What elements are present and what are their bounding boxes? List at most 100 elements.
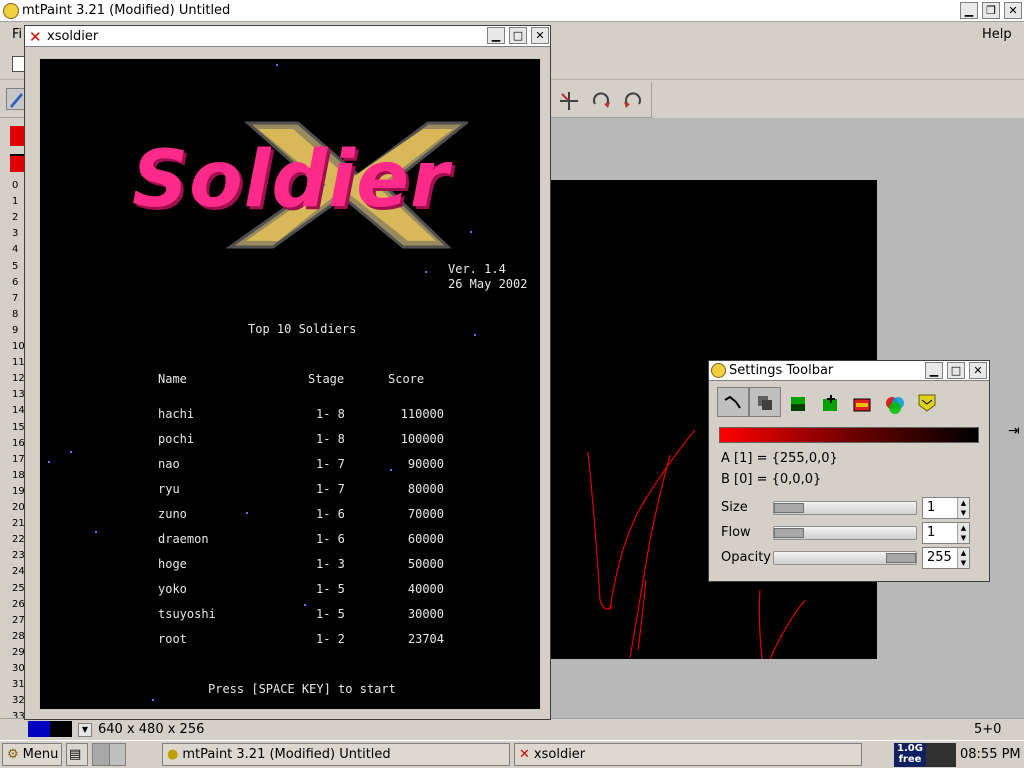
ruler-number: 30: [12, 663, 25, 674]
size-spinbutton[interactable]: 1 ▲ ▼: [922, 497, 970, 519]
star: [390, 469, 392, 471]
opacity-value: 255: [927, 550, 952, 565]
color-gradient-bar[interactable]: [719, 427, 979, 443]
score-stage: 1- 6: [316, 532, 345, 546]
score-stage: 1- 7: [316, 482, 345, 496]
size-value: 1: [927, 500, 936, 515]
continuous-mode-icon[interactable]: [717, 387, 749, 417]
score-score: 100000: [400, 432, 444, 446]
mouse-cursor-icon: ⇥: [1008, 423, 1020, 439]
score-stage: 1- 3: [316, 557, 345, 571]
settings-title: Settings Toolbar: [729, 363, 834, 378]
taskbar-xsoldier[interactable]: ✕ xsoldier: [514, 743, 862, 766]
workspace-1[interactable]: [93, 744, 110, 765]
size-slider-thumb[interactable]: [774, 503, 804, 513]
image-dimensions: 640 x 480 x 256: [98, 722, 205, 737]
mtpaint-title: mtPaint 3.21 (Modified) Untitled: [22, 3, 231, 18]
taskbar-mtpaint[interactable]: ● mtPaint 3.21 (Modified) Untitled: [162, 743, 510, 766]
ruler-number: 31: [12, 679, 25, 691]
spin-arrows-icon[interactable]: ▲ ▼: [957, 498, 969, 518]
memory-amount: 1.0G: [897, 743, 923, 754]
mtpaint-titlebar[interactable]: mtPaint 3.21 (Modified) Untitled ▁ ❐ ✕: [0, 0, 1024, 22]
ruler-number: 28: [12, 630, 25, 642]
xsoldier-close-button[interactable]: ✕: [531, 27, 549, 44]
ruler-number: 26: [12, 598, 25, 610]
tint-add-icon[interactable]: [821, 395, 839, 417]
ruler-number: 24: [12, 566, 25, 578]
ruler-number: 5: [12, 260, 19, 272]
scores-heading: Top 10 Soldiers: [248, 322, 357, 336]
settings-close-button[interactable]: ✕: [969, 362, 987, 379]
ruler-number: 1: [12, 196, 19, 208]
status-color-b-icon: [50, 721, 72, 737]
flow-slider-thumb[interactable]: [774, 528, 804, 538]
close-button[interactable]: ✕: [1004, 2, 1022, 19]
channel-dropdown-icon[interactable]: ▼: [78, 723, 92, 737]
taskbar-xsoldier-label: xsoldier: [533, 747, 586, 762]
score-score: 50000: [407, 557, 444, 571]
date-text: 26 May 2002: [448, 277, 528, 291]
ruler-number: 14: [12, 405, 25, 417]
flow-slider[interactable]: [773, 526, 917, 540]
status-color-a-icon: [28, 721, 50, 737]
flow-spinbutton[interactable]: 1 ▲ ▼: [922, 522, 970, 544]
rotate-clockwise-icon[interactable]: [590, 90, 612, 116]
menu-file[interactable]: Fi: [12, 27, 22, 42]
gradient-mode-icon[interactable]: [917, 393, 937, 417]
game-screen[interactable]: Soldier X Ver. 1.4 26 May 2002 Top 10 So…: [39, 58, 541, 710]
ruler-number: 4: [12, 244, 19, 256]
ruler-number: 23: [12, 550, 25, 562]
score-score: 110000: [400, 407, 444, 421]
mtpaint-task-icon: ●: [167, 747, 179, 762]
xsoldier-titlebar[interactable]: ✕ xsoldier ▁ □ ✕: [25, 26, 550, 47]
xsoldier-maximize-button[interactable]: □: [509, 27, 527, 44]
score-score: 90000: [407, 457, 444, 471]
ruler-number: 17: [12, 453, 25, 465]
start-prompt: Press [SPACE KEY] to start: [208, 682, 396, 696]
score-name: tsuyoshi: [158, 607, 216, 621]
settings-titlebar[interactable]: Settings Toolbar ▁ □ ✕: [709, 361, 989, 381]
workspace-pager[interactable]: [92, 743, 126, 766]
flip-icon[interactable]: [558, 90, 580, 116]
score-score: 40000: [407, 582, 444, 596]
star: [425, 271, 427, 273]
score-name: hachi: [158, 407, 195, 421]
xsoldier-minimize-button[interactable]: ▁: [487, 27, 505, 44]
start-menu-button[interactable]: ⚙ Menu: [2, 743, 62, 766]
rotate-counterclockwise-icon[interactable]: [622, 90, 644, 116]
ruler-number: 29: [12, 646, 25, 658]
star: [70, 451, 72, 453]
version-text: Ver. 1.4: [448, 262, 506, 276]
tint-mode-icon[interactable]: [789, 395, 807, 417]
spin-arrows-icon[interactable]: ▲ ▼: [957, 523, 969, 543]
opacity-spinbutton[interactable]: 255 ▲ ▼: [922, 547, 970, 569]
settings-minimize-button[interactable]: ▁: [925, 362, 943, 379]
settings-maximize-button[interactable]: □: [947, 362, 965, 379]
score-stage: 1- 5: [316, 607, 345, 621]
star: [95, 531, 97, 533]
colour-selective-icon[interactable]: [853, 395, 871, 417]
ruler-number: 3: [12, 228, 19, 240]
ruler-number: 10: [12, 341, 25, 352]
ruler-number: 15: [12, 421, 25, 433]
logo-soldier-text: Soldier: [132, 135, 450, 225]
opacity-slider-thumb[interactable]: [886, 553, 916, 563]
restore-button[interactable]: ❐: [982, 2, 1000, 19]
ruler-number: 12: [12, 373, 25, 385]
clock: 08:55 PM: [960, 747, 1021, 762]
star: [276, 64, 278, 66]
workspace-2[interactable]: [110, 744, 126, 765]
show-desktop-button[interactable]: ▤: [66, 743, 88, 766]
opacity-mode-icon[interactable]: [749, 387, 781, 417]
score-name: yoko: [158, 582, 187, 596]
score-score: 30000: [407, 607, 444, 621]
size-slider[interactable]: [773, 501, 917, 515]
star: [470, 231, 472, 233]
pencil-tool-icon[interactable]: [6, 88, 26, 110]
minimize-button[interactable]: ▁: [960, 2, 978, 19]
menu-help[interactable]: Help: [982, 27, 1012, 42]
ruler-number: 0: [12, 180, 19, 191]
spin-arrows-icon[interactable]: ▲ ▼: [957, 548, 969, 568]
opacity-slider[interactable]: [773, 551, 917, 565]
colour-wheel-icon[interactable]: [885, 395, 905, 419]
